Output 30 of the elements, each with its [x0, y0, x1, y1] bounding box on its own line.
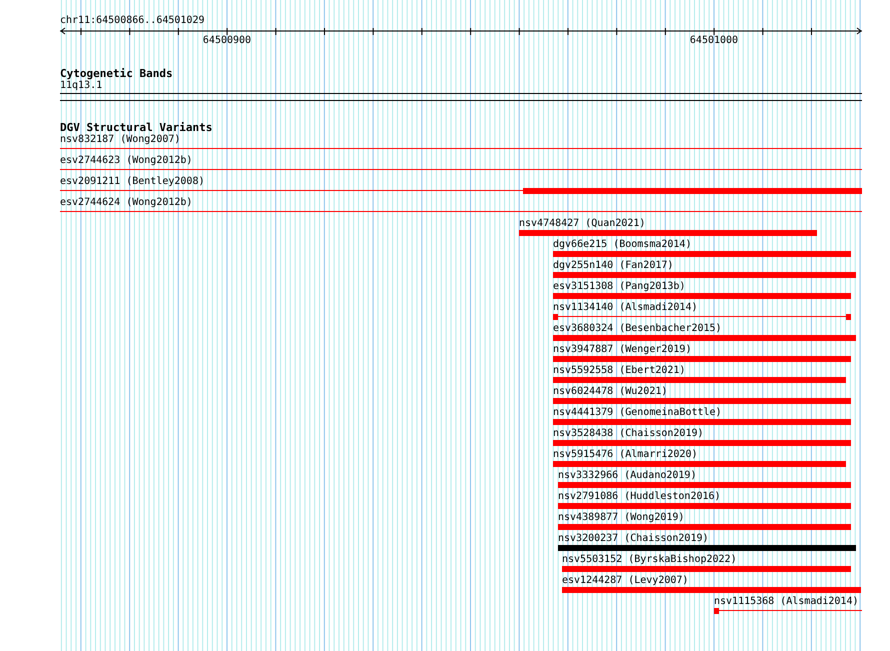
feature-label[interactable]: dgv255n140 (Fan2017): [553, 260, 674, 272]
feature-label[interactable]: nsv3528438 (Chaisson2019): [553, 428, 704, 440]
feature-label[interactable]: nsv4441379 (GenomeinaBottle): [553, 407, 722, 419]
feature-label[interactable]: nsv4389877 (Wong2019): [558, 512, 684, 524]
feature-label[interactable]: esv2744623 (Wong2012b): [60, 155, 192, 167]
feature-label[interactable]: nsv4748427 (Quan2021): [519, 218, 646, 230]
feature-block: [846, 314, 851, 320]
feature-label[interactable]: nsv5915476 (Almarri2020): [553, 449, 698, 461]
location-label: chr11:64500866..64501029: [60, 15, 204, 27]
feature-label[interactable]: nsv6024478 (Wu2021): [553, 386, 668, 398]
feature-label[interactable]: dgv66e215 (Boomsma2014): [553, 239, 692, 251]
track-title: Cytogenetic Bands: [60, 68, 173, 80]
feature-label[interactable]: esv3151308 (Pang2013b): [553, 281, 686, 293]
feature-label[interactable]: nsv5592558 (Ebert2021): [553, 365, 686, 377]
feature-label[interactable]: nsv3947887 (Wenger2019): [553, 344, 692, 356]
band-label: 11q13.1: [60, 80, 102, 92]
feature-label[interactable]: esv2744624 (Wong2012b): [60, 197, 192, 209]
feature-label[interactable]: nsv832187 (Wong2007): [60, 134, 180, 146]
feature-label[interactable]: nsv1115368 (Alsmadi2014): [714, 596, 858, 608]
feature-label[interactable]: nsv5503152 (ByrskaBishop2022): [562, 554, 737, 566]
feature-label[interactable]: esv3680324 (Besenbacher2015): [553, 323, 722, 335]
feature-label[interactable]: nsv2791086 (Huddleston2016): [558, 491, 721, 503]
feature-label[interactable]: esv1244287 (Levy2007): [562, 575, 688, 587]
tick-label: 64501000: [690, 35, 738, 47]
feature-label[interactable]: nsv3332966 (Audano2019): [558, 470, 696, 482]
feature-label[interactable]: nsv1134140 (Alsmadi2014): [553, 302, 698, 314]
tick-label: 64500900: [202, 35, 252, 47]
track-title: DGV Structural Variants: [60, 122, 212, 134]
feature-label[interactable]: nsv3200237 (Chaisson2019): [558, 533, 709, 545]
feature-label[interactable]: esv2091211 (Bentley2008): [60, 176, 204, 188]
